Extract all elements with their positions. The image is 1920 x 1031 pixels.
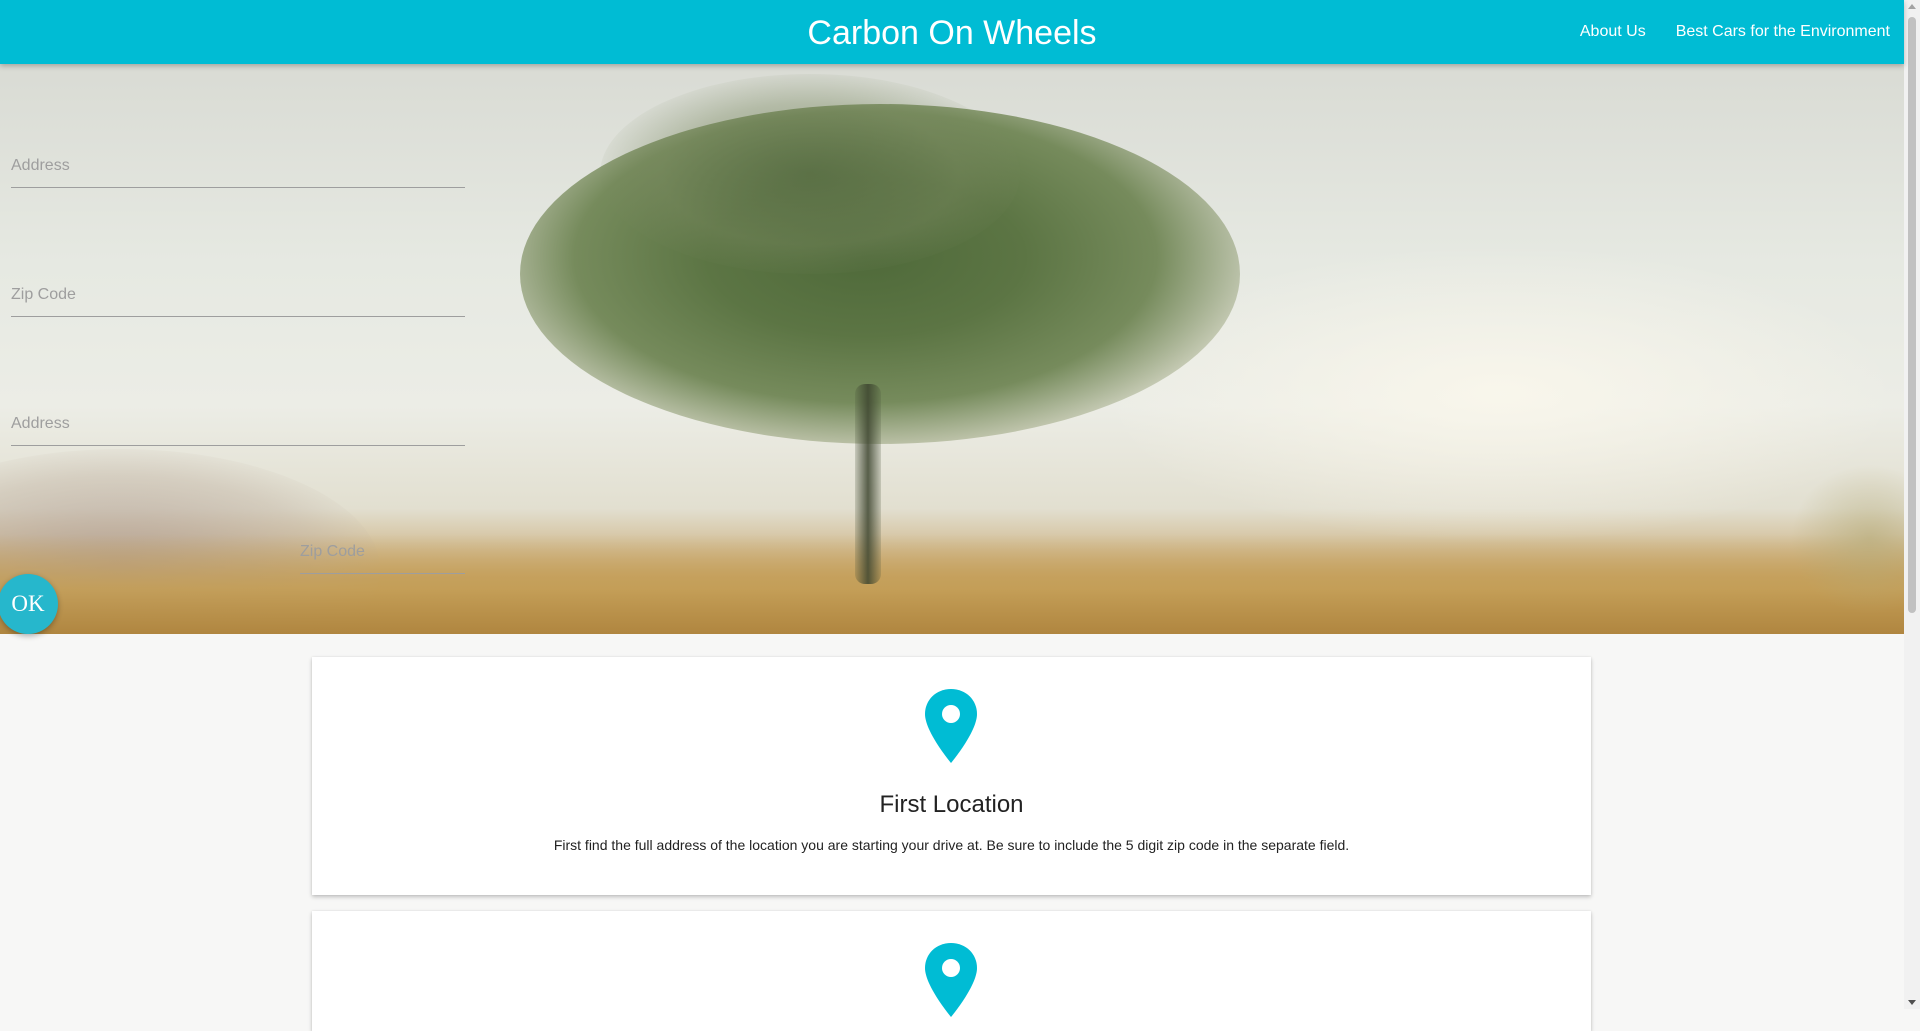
hero-background [0, 64, 1904, 634]
destination-zip-field [300, 530, 465, 574]
navbar: Carbon On Wheels About Us Best Cars for … [0, 0, 1904, 64]
card-description: First find the full address of the locat… [553, 837, 1350, 853]
tree-crown-top [600, 74, 1020, 274]
scroll-up-arrow-icon[interactable] [1908, 4, 1916, 9]
page-scrollbar[interactable] [1904, 0, 1920, 1009]
destination-address-input[interactable] [11, 402, 465, 446]
destination-address-field [11, 402, 465, 446]
info-card-second [312, 911, 1591, 1031]
destination-zip-input[interactable] [300, 530, 465, 574]
card-title: First Location [879, 791, 1024, 818]
field-ground [0, 534, 1904, 634]
start-address-input[interactable] [11, 144, 465, 188]
nav-links: About Us Best Cars for the Environment [1580, 0, 1890, 64]
location-pin-icon [925, 943, 977, 1017]
scroll-thumb[interactable] [1908, 17, 1916, 613]
nav-link-best-cars[interactable]: Best Cars for the Environment [1676, 23, 1890, 41]
start-zip-input[interactable] [11, 273, 465, 317]
nav-link-about-us[interactable]: About Us [1580, 23, 1646, 41]
scroll-down-arrow-icon[interactable] [1908, 1000, 1916, 1005]
start-address-field [11, 144, 465, 188]
start-zip-field [11, 273, 465, 317]
info-card-first-location: First Location First find the full addre… [312, 657, 1591, 895]
ok-button[interactable]: OK [0, 574, 58, 634]
location-pin-icon [925, 689, 977, 763]
tree-trunk [855, 384, 881, 584]
